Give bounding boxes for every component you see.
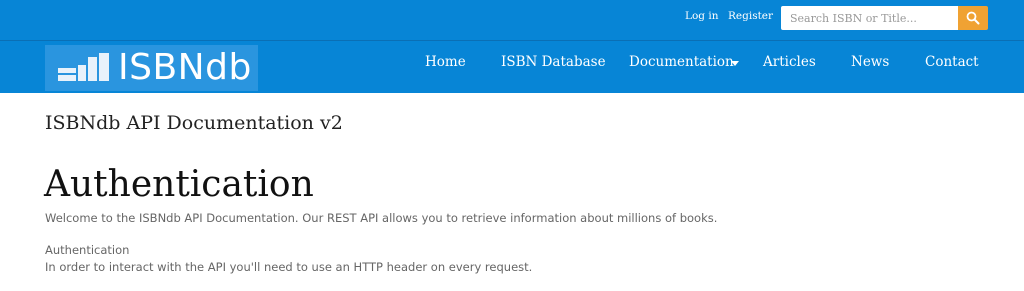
main-navbar: ISBNdb Home ISBN Database Documentation …	[0, 40, 1024, 93]
doc-title: ISBNdb API Documentation v2	[45, 112, 343, 134]
books-icon	[58, 53, 109, 81]
nav-contact[interactable]: Contact	[925, 54, 979, 70]
nav-documentation[interactable]: Documentation	[629, 54, 734, 70]
search-button[interactable]	[958, 6, 988, 30]
intro-text: Welcome to the ISBNdb API Documentation.…	[45, 211, 718, 225]
login-link[interactable]: Log in	[685, 10, 718, 22]
search-input[interactable]	[781, 6, 959, 30]
nav-home[interactable]: Home	[425, 54, 466, 70]
page-heading: Authentication	[44, 164, 314, 205]
register-link[interactable]: Register	[728, 10, 773, 22]
logo-text: ISBNdb	[118, 47, 252, 88]
search-icon	[966, 11, 980, 25]
top-bar: Log in Register	[0, 0, 1024, 40]
site-logo[interactable]: ISBNdb	[45, 45, 258, 91]
auth-text: In order to interact with the API you'll…	[45, 260, 533, 274]
chevron-down-icon[interactable]	[731, 61, 739, 66]
nav-news[interactable]: News	[851, 54, 889, 70]
nav-isbn-database[interactable]: ISBN Database	[501, 54, 606, 70]
nav-articles[interactable]: Articles	[763, 54, 816, 70]
auth-label: Authentication	[45, 243, 130, 257]
